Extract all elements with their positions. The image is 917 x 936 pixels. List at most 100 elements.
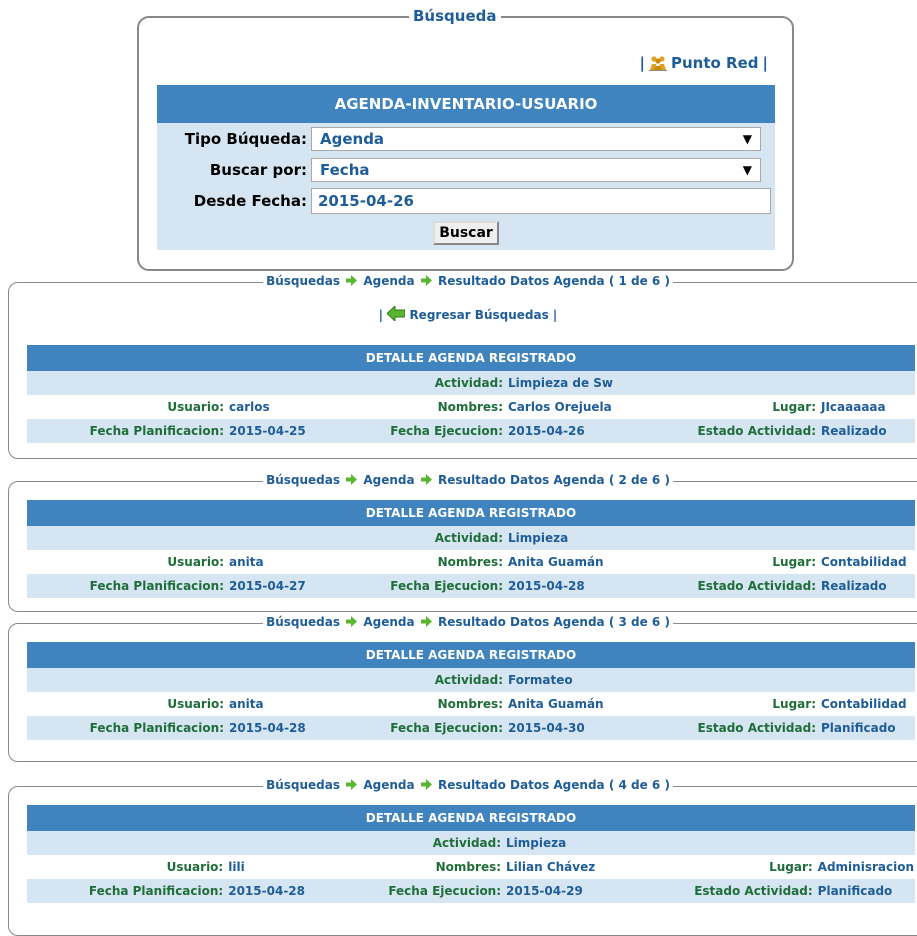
back-arrow-icon: [387, 306, 406, 321]
usuario-value: anita: [225, 692, 326, 716]
actividad-value: Formateo: [504, 668, 915, 692]
pipe-separator: |: [639, 54, 645, 72]
fecha-plan-label: Fecha Planificacion:: [27, 716, 225, 740]
result-count: ( 3 de 6 ): [608, 615, 670, 629]
fecha-ejec-value: 2015-04-29: [502, 879, 653, 903]
usuario-label: Usuario:: [27, 692, 225, 716]
fecha-ejec-value: 2015-04-30: [504, 716, 655, 740]
actividad-value: Limpieza de Sw: [504, 371, 915, 395]
breadcrumb-agenda[interactable]: Agenda: [363, 274, 414, 288]
breadcrumb-resultado: Resultado Datos Agenda: [438, 473, 605, 487]
breadcrumb-agenda[interactable]: Agenda: [363, 473, 414, 487]
lugar-label: Lugar:: [655, 395, 817, 419]
nombres-value: Anita Guamán: [504, 692, 655, 716]
fecha-ejec-label: Fecha Ejecucion:: [326, 419, 504, 443]
breadcrumb-busquedas[interactable]: Búsquedas: [266, 473, 340, 487]
detail-header: DETALLE AGENDA REGISTRADO: [27, 642, 915, 668]
usuario-value: carlos: [225, 395, 326, 419]
estado-value: Realizado: [817, 419, 915, 443]
tipo-busqueda-label: Tipo Búqueda:: [157, 123, 311, 154]
breadcrumb-resultado: Resultado Datos Agenda: [438, 274, 605, 288]
green-arrow-icon: [420, 474, 432, 485]
fecha-plan-label: Fecha Planificacion:: [27, 419, 225, 443]
green-arrow-icon: [420, 616, 432, 627]
lugar-label: Lugar:: [655, 692, 817, 716]
green-arrow-icon: [346, 779, 358, 790]
nombres-label: Nombres:: [326, 395, 504, 419]
breadcrumb-busquedas[interactable]: Búsquedas: [266, 778, 340, 792]
lugar-value: Contabilidad: [817, 692, 915, 716]
usuario-label: Usuario:: [27, 395, 225, 419]
detail-table: DETALLE AGENDA REGISTRADO Actividad: Lim…: [27, 805, 915, 903]
actividad-label: Actividad:: [27, 526, 504, 550]
lugar-value: Contabilidad: [817, 550, 915, 574]
result-fieldset-2: Búsquedas Agenda Resultado Datos Agenda …: [8, 473, 917, 612]
result-count: ( 2 de 6 ): [608, 473, 670, 487]
desde-fecha-label: Desde Fecha:: [157, 185, 311, 216]
result-fieldset-3: Búsquedas Agenda Resultado Datos Agenda …: [8, 615, 917, 762]
punto-red-link[interactable]: | Punto Red |: [640, 54, 768, 72]
detail-header: DETALLE AGENDA REGISTRADO: [27, 805, 915, 831]
result-fieldset-1: Búsquedas Agenda Resultado Datos Agenda …: [8, 274, 917, 459]
result-breadcrumb: Búsquedas Agenda Resultado Datos Agenda …: [9, 274, 917, 288]
green-arrow-icon: [346, 616, 358, 627]
result-breadcrumb: Búsquedas Agenda Resultado Datos Agenda …: [9, 473, 917, 487]
regresar-busquedas-link[interactable]: | Regresar Búsquedas |: [9, 306, 917, 322]
fecha-ejec-label: Fecha Ejecucion:: [324, 879, 503, 903]
usuario-label: Usuario:: [27, 855, 225, 879]
actividad-label: Actividad:: [27, 371, 504, 395]
lugar-value: Adminisracion: [813, 855, 915, 879]
detail-table: DETALLE AGENDA REGISTRADO Actividad: For…: [27, 642, 915, 740]
estado-value: Realizado: [817, 574, 915, 598]
fecha-plan-value: 2015-04-25: [225, 419, 326, 443]
fecha-ejec-label: Fecha Ejecucion:: [326, 574, 504, 598]
estado-value: Planificado: [813, 879, 915, 903]
actividad-value: Limpieza: [504, 526, 915, 550]
fecha-plan-label: Fecha Planificacion:: [27, 879, 225, 903]
nombres-label: Nombres:: [324, 855, 503, 879]
detail-header: DETALLE AGENDA REGISTRADO: [27, 500, 915, 526]
estado-label: Estado Actividad:: [655, 716, 817, 740]
breadcrumb-busquedas[interactable]: Búsquedas: [266, 274, 340, 288]
fecha-plan-label: Fecha Planificacion:: [27, 574, 225, 598]
green-arrow-icon: [420, 779, 432, 790]
result-count: ( 4 de 6 ): [608, 778, 670, 792]
buscar-por-select[interactable]: Fecha ▼: [311, 157, 761, 182]
estado-label: Estado Actividad:: [655, 574, 817, 598]
pipe-separator: |: [378, 308, 384, 322]
breadcrumb-agenda[interactable]: Agenda: [363, 615, 414, 629]
tipo-busqueda-select[interactable]: Agenda ▼: [311, 126, 761, 151]
fecha-plan-value: 2015-04-27: [225, 574, 326, 598]
estado-label: Estado Actividad:: [652, 879, 814, 903]
fecha-plan-value: 2015-04-28: [224, 879, 325, 903]
buscar-button[interactable]: Buscar: [433, 221, 499, 245]
fecha-ejec-label: Fecha Ejecucion:: [326, 716, 504, 740]
usuario-value: anita: [225, 550, 326, 574]
green-arrow-icon: [420, 275, 432, 286]
actividad-label: Actividad:: [27, 831, 503, 855]
fecha-ejec-value: 2015-04-26: [504, 419, 655, 443]
lugar-label: Lugar:: [652, 855, 814, 879]
dropdown-arrow-icon: ▼: [742, 162, 752, 177]
result-breadcrumb: Búsquedas Agenda Resultado Datos Agenda …: [9, 615, 917, 629]
pipe-separator: |: [552, 308, 558, 322]
nombres-value: Carlos Orejuela: [504, 395, 655, 419]
estado-label: Estado Actividad:: [655, 419, 817, 443]
desde-fecha-input[interactable]: [311, 187, 771, 214]
search-header: AGENDA-INVENTARIO-USUARIO: [157, 85, 775, 123]
pipe-separator: |: [762, 54, 768, 72]
dropdown-arrow-icon: ▼: [742, 131, 752, 146]
fecha-plan-value: 2015-04-28: [225, 716, 326, 740]
punto-red-label: Punto Red: [671, 54, 759, 72]
people-icon: [649, 56, 667, 71]
tipo-busqueda-value: Agenda: [320, 129, 385, 148]
breadcrumb-agenda[interactable]: Agenda: [363, 778, 414, 792]
result-fieldset-4: Búsquedas Agenda Resultado Datos Agenda …: [8, 778, 917, 936]
nombres-label: Nombres:: [326, 550, 504, 574]
breadcrumb-resultado: Resultado Datos Agenda: [438, 778, 605, 792]
search-form: AGENDA-INVENTARIO-USUARIO Tipo Búqueda: …: [157, 85, 775, 250]
nombres-label: Nombres:: [326, 692, 504, 716]
result-count: ( 1 de 6 ): [608, 274, 670, 288]
breadcrumb-busquedas[interactable]: Búsquedas: [266, 615, 340, 629]
detail-table: DETALLE AGENDA REGISTRADO Actividad: Lim…: [27, 345, 915, 443]
